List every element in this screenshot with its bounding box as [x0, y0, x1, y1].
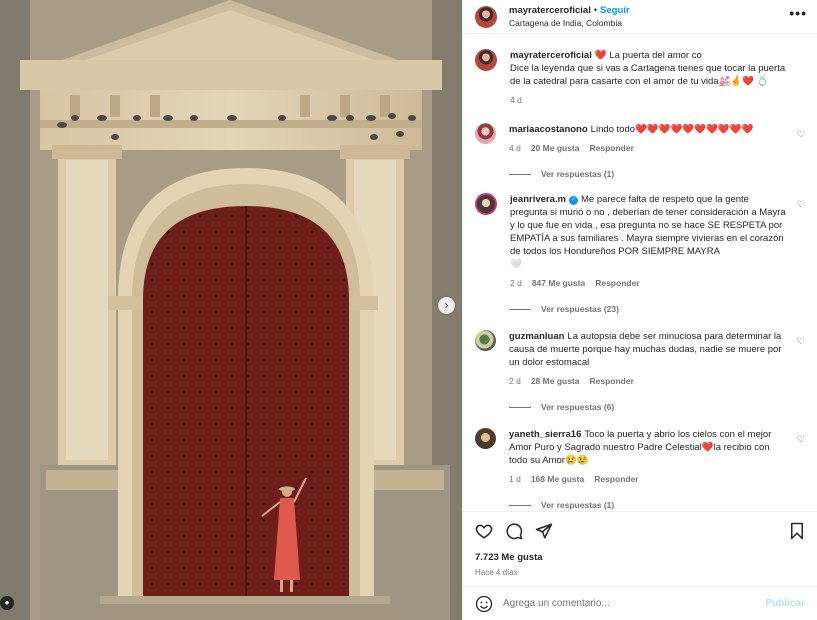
- likes-count[interactable]: 7.723 Me gusta: [475, 552, 805, 563]
- post-actions: 7.723 Me gusta Hace 4 días: [463, 511, 817, 577]
- comment-like-heart-icon[interactable]: ♡: [797, 199, 805, 210]
- view-replies-button[interactable]: Ver respuestas (6): [509, 402, 805, 412]
- view-replies-button[interactable]: Ver respuestas (1): [509, 169, 805, 179]
- author-username[interactable]: mayraterceroficial: [509, 5, 591, 16]
- author-avatar[interactable]: [475, 5, 497, 28]
- add-comment-bar: Publicar: [463, 586, 817, 620]
- comment-like-heart-icon[interactable]: ♡: [797, 129, 805, 140]
- comment-item: yaneth_sierra16 Toco la puerta y abrio lo…: [475, 428, 805, 486]
- publish-button[interactable]: Publicar: [766, 598, 805, 609]
- reply-button[interactable]: Responder: [595, 277, 639, 290]
- post-photo: › ●: [0, 0, 462, 620]
- caption-emoji-tail: 💒🤞❤️ 💍: [718, 76, 769, 87]
- comment-age: 2 d: [510, 278, 522, 288]
- comment-likes[interactable]: 168 Me gusta: [531, 473, 584, 486]
- caption-lead-emoji: ❤️: [594, 50, 607, 61]
- commenter-avatar[interactable]: [475, 330, 496, 351]
- caption-username[interactable]: mayraterceroficial: [510, 50, 592, 61]
- comment-item: guzmanluan La autopsia debe ser minuciosa…: [475, 330, 805, 388]
- reply-button[interactable]: Responder: [589, 142, 633, 155]
- commenter-username[interactable]: guzmanluan: [509, 331, 564, 342]
- comment-likes[interactable]: 28 Me gusta: [531, 375, 580, 388]
- commenter-username[interactable]: mariaacostanono: [509, 124, 588, 135]
- comment-text: Lindo todo: [590, 124, 636, 135]
- emoji-picker-icon[interactable]: [475, 595, 493, 613]
- comment-age: 2 d: [509, 376, 521, 386]
- follow-button[interactable]: Seguir: [600, 5, 630, 16]
- commenter-username[interactable]: jeanrivera.m: [510, 194, 566, 205]
- more-options-icon[interactable]: •••: [789, 5, 807, 21]
- view-replies-label: Ver respuestas (6): [541, 402, 615, 412]
- commenter-avatar-story-ring[interactable]: [475, 193, 497, 215]
- cathedral-door-image: [0, 0, 462, 620]
- post-header: mayraterceroficial • Seguir Cartagena de I…: [463, 0, 817, 34]
- comment-emoji: ❤️❤️❤️❤️❤️❤️❤️❤️❤️❤️: [635, 124, 754, 135]
- verified-badge-icon: ✓: [568, 196, 578, 205]
- location-link[interactable]: Cartagena de India, Colombia: [509, 17, 630, 29]
- like-heart-icon[interactable]: [475, 522, 493, 540]
- save-bookmark-icon[interactable]: [789, 522, 805, 540]
- tagged-user-icon[interactable]: ●: [0, 596, 14, 610]
- comment-likes[interactable]: 20 Me gusta: [531, 142, 580, 155]
- view-replies-label: Ver respuestas (1): [541, 500, 615, 510]
- comment-mid-emoji: ❤️: [701, 442, 714, 453]
- comment-item: jeanrivera.m ✓ Me parece falta de respeto …: [475, 193, 805, 290]
- view-replies-button[interactable]: Ver respuestas (23): [509, 304, 805, 314]
- comment-item: mariaacostanono Lindo todo❤️❤️❤️❤️❤️❤️❤️❤…: [475, 123, 805, 155]
- view-replies-label: Ver respuestas (23): [541, 304, 619, 314]
- commenter-avatar[interactable]: [475, 428, 496, 449]
- reply-button[interactable]: Responder: [594, 473, 638, 486]
- caption-age: 4 d: [510, 95, 522, 105]
- comment-like-heart-icon[interactable]: ♡: [797, 434, 805, 445]
- author-meta: mayraterceroficial • Seguir Cartagena de I…: [509, 4, 630, 29]
- view-replies-label: Ver respuestas (1): [541, 169, 615, 179]
- comment-likes[interactable]: 847 Me gusta: [532, 277, 585, 290]
- reply-button[interactable]: Responder: [589, 375, 633, 388]
- post-timestamp: Hace 4 días: [475, 568, 518, 577]
- caption: mayraterceroficial ❤️ La puerta del amor …: [475, 49, 805, 107]
- caption-avatar[interactable]: [475, 49, 497, 71]
- share-send-icon[interactable]: [535, 522, 553, 540]
- comment-emoji: 😢😢: [564, 455, 589, 466]
- separator-dot: •: [593, 5, 598, 15]
- caption-title: La puerta del amor co: [609, 50, 702, 61]
- post-side-panel: mayraterceroficial • Seguir Cartagena de I…: [462, 0, 817, 620]
- comment-age: 4 d: [509, 143, 521, 153]
- comments-list[interactable]: mayraterceroficial ❤️ La puerta del amor …: [463, 35, 817, 511]
- comment-age: 1 d: [509, 474, 521, 484]
- next-image-chevron-icon[interactable]: ›: [438, 297, 455, 314]
- comment-bubble-icon[interactable]: [505, 522, 523, 540]
- view-replies-button[interactable]: Ver respuestas (1): [509, 500, 805, 510]
- commenter-avatar[interactable]: [475, 123, 496, 144]
- comment-input[interactable]: [503, 598, 766, 609]
- comment-emoji: 🤍: [510, 259, 522, 270]
- commenter-username[interactable]: yaneth_sierra16: [509, 429, 581, 440]
- comment-like-heart-icon[interactable]: ♡: [797, 336, 805, 347]
